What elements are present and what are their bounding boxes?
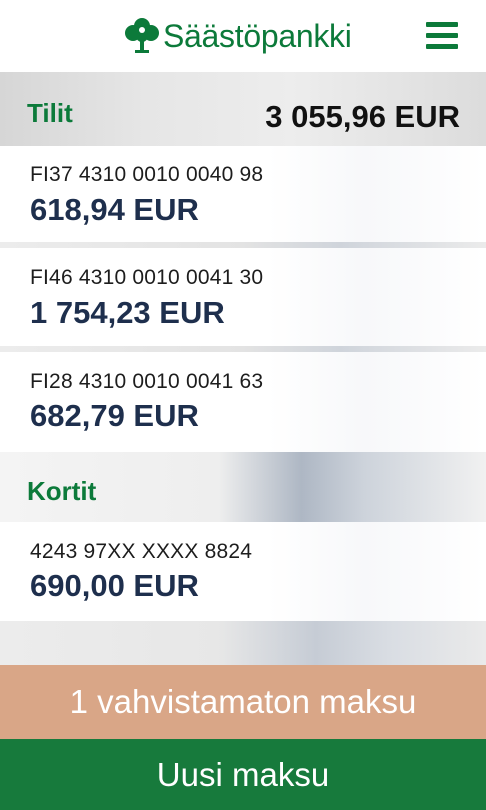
card-balance: 690,00 EUR bbox=[30, 568, 199, 603]
account-number: FI37 4310 0010 0040 98 bbox=[30, 163, 264, 186]
cards-section-header: Kortit bbox=[0, 452, 486, 522]
menu-bar bbox=[426, 33, 458, 38]
cards-title: Kortit bbox=[27, 476, 97, 506]
app-header: Säästöpankki bbox=[0, 0, 486, 72]
logo-text: Säästöpankki bbox=[163, 18, 352, 54]
hamburger-menu-icon[interactable] bbox=[424, 20, 460, 52]
account-number: FI46 4310 0010 0041 30 bbox=[30, 266, 264, 289]
saastopankki-logo[interactable]: Säästöpankki bbox=[123, 14, 352, 58]
menu-bar bbox=[426, 44, 458, 49]
account-balance: 682,79 EUR bbox=[30, 398, 199, 433]
card-number: 4243 97XX XXXX 8824 bbox=[30, 540, 253, 563]
card-row[interactable]: 4243 97XX XXXX 8824 690,00 EUR bbox=[0, 522, 486, 621]
account-row[interactable]: FI28 4310 0010 0041 63 682,79 EUR bbox=[0, 352, 486, 452]
pending-payment-button[interactable]: 1 vahvistamaton maksu bbox=[0, 665, 486, 739]
menu-bar bbox=[426, 22, 458, 27]
accounts-section-header: Tilit 3 055,96 EUR bbox=[0, 72, 486, 146]
accounts-title: Tilit bbox=[27, 98, 73, 128]
account-row[interactable]: FI37 4310 0010 0040 98 618,94 EUR bbox=[0, 146, 486, 242]
account-row[interactable]: FI46 4310 0010 0041 30 1 754,23 EUR bbox=[0, 248, 486, 346]
account-balance: 618,94 EUR bbox=[30, 192, 199, 227]
account-number: FI28 4310 0010 0041 63 bbox=[30, 370, 264, 393]
account-balance: 1 754,23 EUR bbox=[30, 295, 225, 330]
accounts-total: 3 055,96 EUR bbox=[265, 99, 460, 134]
new-payment-button[interactable]: Uusi maksu bbox=[0, 739, 486, 810]
content-background bbox=[0, 621, 486, 665]
tree-logo-icon bbox=[125, 18, 159, 53]
